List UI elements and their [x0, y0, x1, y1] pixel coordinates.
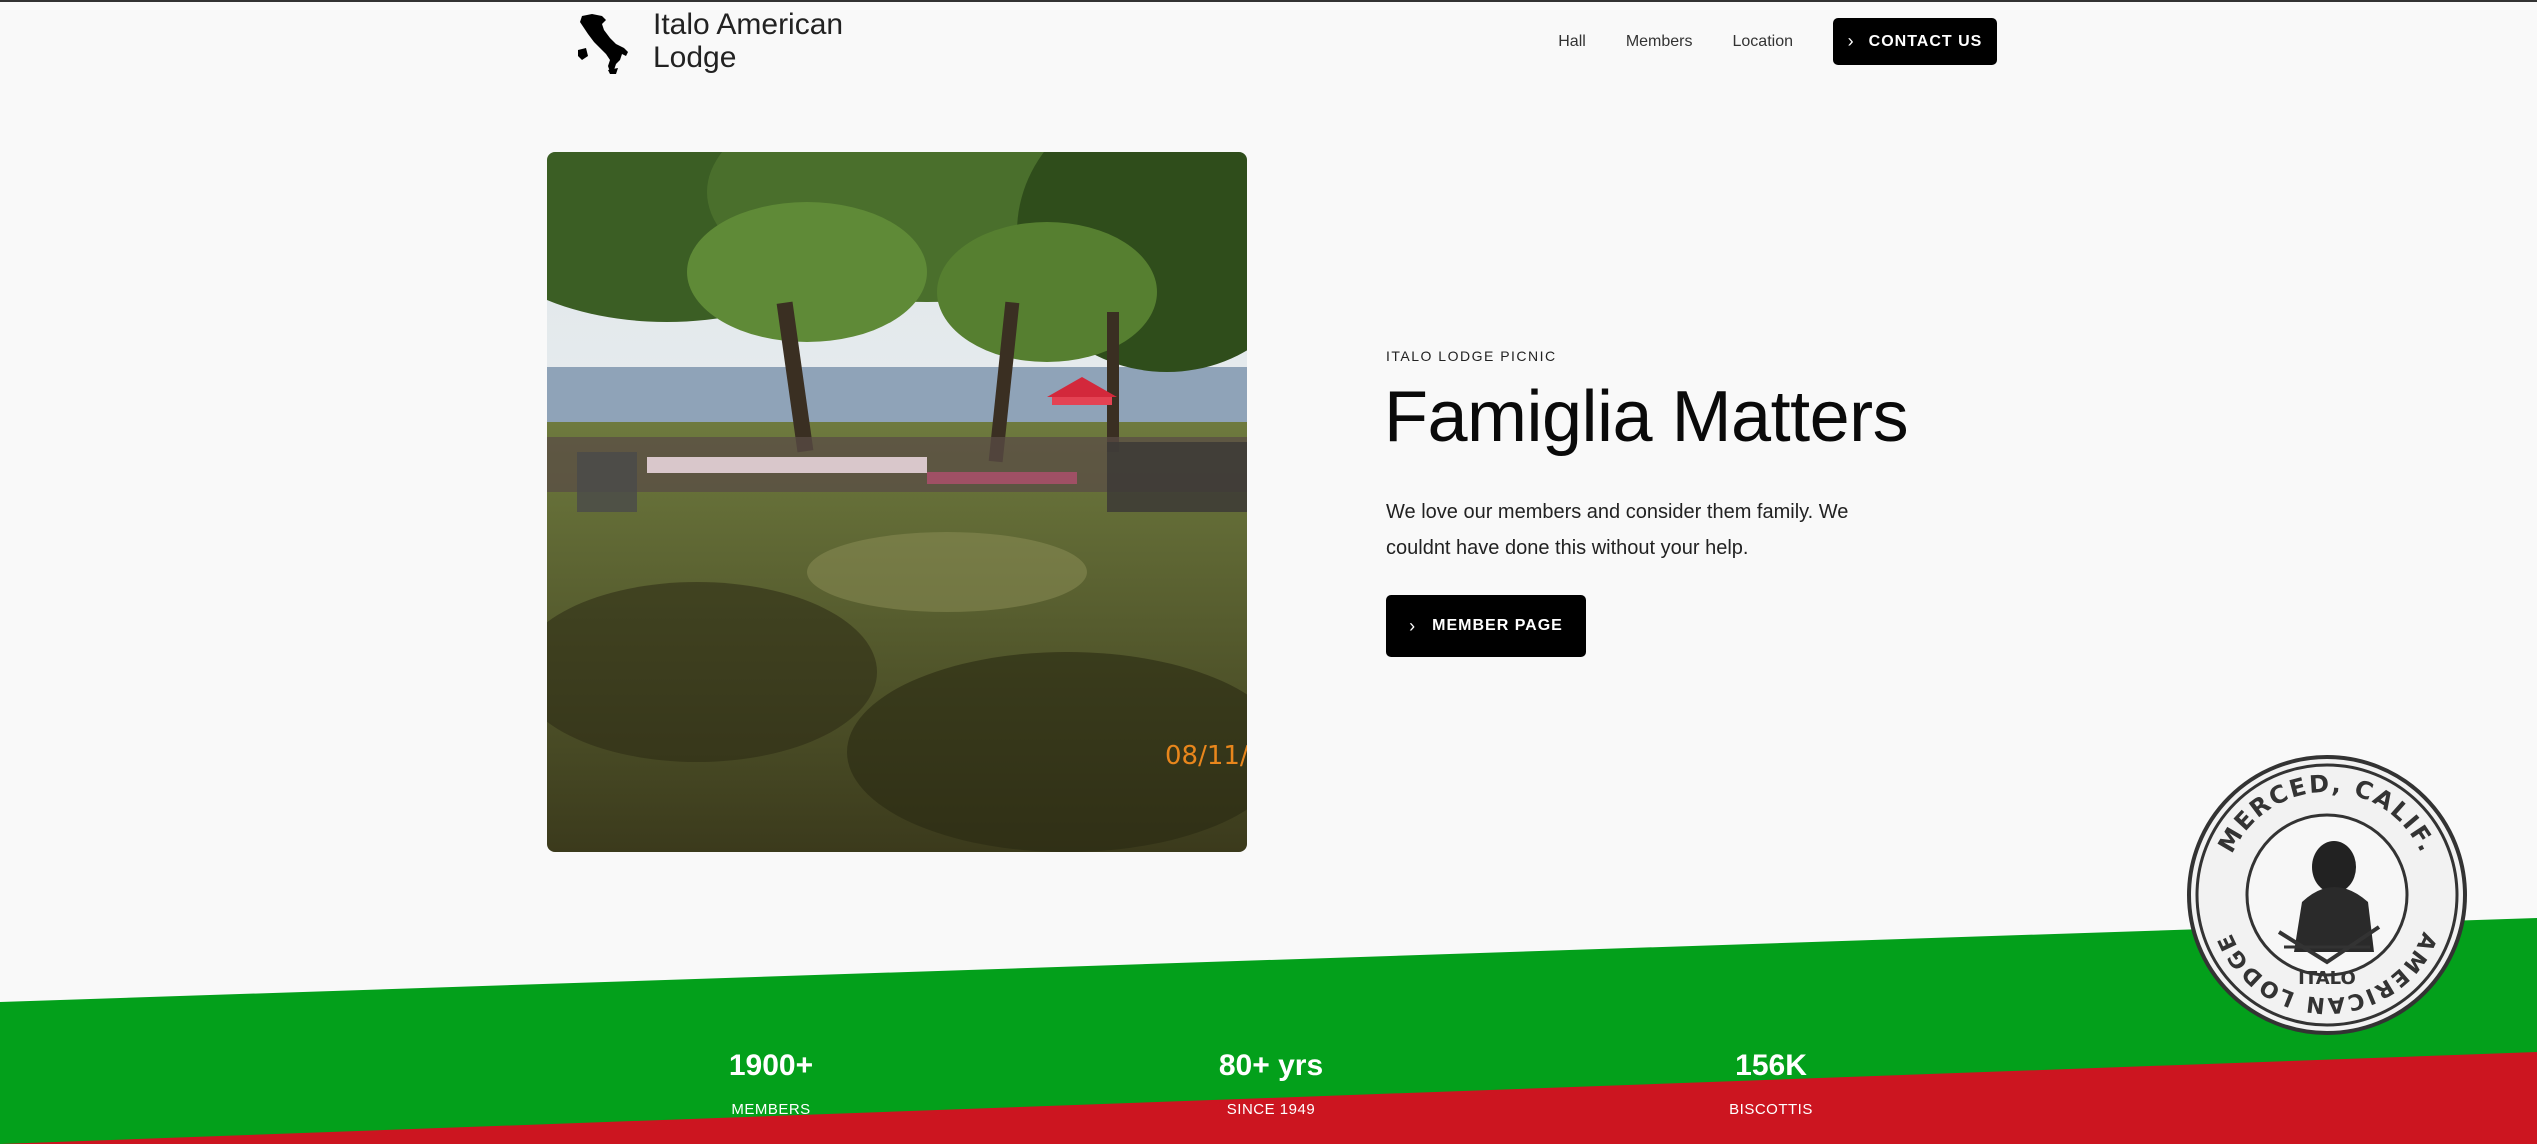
stat-value: 1900+ — [728, 1049, 814, 1082]
stat-value: 156K — [1735, 1049, 1807, 1082]
member-page-label: MEMBER PAGE — [1432, 617, 1563, 634]
member-page-button[interactable]: › MEMBER PAGE — [1386, 595, 1586, 657]
main-nav: Hall Members Location › CONTACT US — [1558, 18, 1997, 65]
stat-label: SINCE 1949 — [1226, 1101, 1316, 1118]
chevron-right-icon: › — [1409, 615, 1417, 636]
stat-years: 80+ yrs SINCE 1949 — [1171, 1049, 1371, 1118]
chevron-right-icon: › — [1847, 31, 1855, 51]
contact-us-button[interactable]: › CONTACT US — [1833, 18, 1997, 65]
site-header: Italo American Lodge Hall Members Locati… — [0, 0, 2537, 84]
seal-text-bottom: ITALO — [2298, 968, 2356, 989]
stat-label: BISCOTTIS — [1729, 1101, 1813, 1118]
picnic-photo: 08/11/ — [547, 152, 1247, 852]
stat-members: 1900+ MEMBERS — [671, 1049, 871, 1118]
hero-description: We love our members and consider them fa… — [1386, 501, 1849, 559]
lodge-seal: MERCED, CALIF. AMERICAN LODGE ITALO — [2187, 755, 2467, 1035]
stat-label: MEMBERS — [731, 1101, 811, 1118]
hero-kicker: ITALO LODGE PICNIC — [1386, 348, 1557, 364]
stat-value: 80+ yrs — [1218, 1049, 1324, 1082]
italy-map-icon[interactable] — [572, 10, 638, 74]
nav-location[interactable]: Location — [1733, 33, 1794, 51]
brand-name[interactable]: Italo American Lodge — [653, 8, 913, 74]
nav-members[interactable]: Members — [1626, 33, 1693, 51]
photo-date-stamp: 08/11/ — [1165, 741, 1247, 771]
contact-us-label: CONTACT US — [1868, 32, 1983, 50]
hero-title: Famiglia Matters — [1384, 377, 1909, 457]
nav-hall[interactable]: Hall — [1558, 33, 1586, 51]
stat-biscottis: 156K BISCOTTIS — [1671, 1049, 1871, 1118]
